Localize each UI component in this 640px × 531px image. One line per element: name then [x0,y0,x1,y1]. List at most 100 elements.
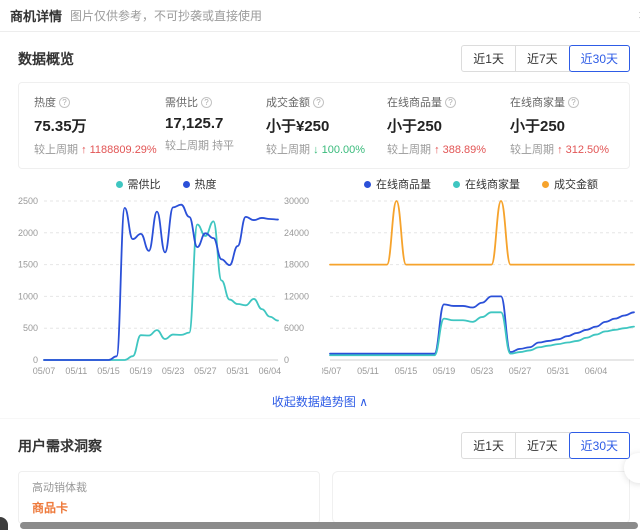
overview-range-tabs: 近1天 近7天 近30天 [461,45,630,72]
legend-dot-icon [115,180,123,188]
tab-last-1-day[interactable]: 近1天 [461,45,516,72]
compare-prefix: 较上周期 [266,144,310,156]
svg-text:18000: 18000 [284,260,309,270]
right-line-chart[interactable]: 05/07 05/11 05/15 05/19 05/23 05/27 05/31 06/04 [319,193,636,378]
stat-value: 小于250 [387,118,443,135]
stat-supply-demand-ratio: 需供比? 17,125.7 较上周期 持平 [165,94,266,157]
empty-card [332,471,630,524]
stat-heat: 热度? 75.35万 较上周期 ↑ 1188809.29% [34,94,165,157]
compare-prefix: 较上周期 [34,144,78,156]
svg-text:2500: 2500 [18,196,38,206]
info-icon[interactable]: ? [201,96,212,108]
trend-charts-row: 需供比 热度 0 0 500 6000 1000 12000 1500 18000 2000 24… [10,175,640,383]
stat-online-merchants: 在线商家量? 小于250 较上周期 ↑ 312.50% [510,94,629,157]
svg-text:05/23: 05/23 [471,366,494,376]
header-bar: 商机详情 图片仅供参考，不可抄袭或直接使用 × [0,0,640,32]
svg-text:6000: 6000 [284,323,304,333]
info-icon[interactable]: ? [59,96,70,108]
chevron-up-icon: ∧ [359,395,369,409]
svg-text:05/23: 05/23 [162,366,185,376]
insight-title: 用户需求洞察 [18,437,102,454]
insight-range-tabs: 近1天 近7天 近30天 [461,432,630,459]
stat-value: 小于250 [510,118,566,135]
change-down: ↓ 100.00% [313,144,366,156]
stat-label: 需供比 [165,97,198,109]
stat-transaction-amount: 成交金额? 小于¥250 较上周期 ↓ 100.00% [266,94,387,157]
supply-demand-heat-chart: 需供比 热度 0 0 500 6000 1000 12000 1500 18000 2000 24… [10,175,322,383]
change-flat: 持平 [212,140,235,152]
change-up: ↑ 1188809.29% [81,144,157,156]
svg-text:06/04: 06/04 [259,366,282,376]
info-icon[interactable]: ? [313,96,324,108]
svg-text:500: 500 [23,323,38,333]
svg-text:0: 0 [33,355,38,365]
genre-card-label: 高动销体裁 [32,482,87,494]
svg-text:05/07: 05/07 [322,366,341,376]
svg-text:05/15: 05/15 [97,366,120,376]
compare-prefix: 较上周期 [510,144,554,156]
svg-text:05/11: 05/11 [357,366,379,376]
legend-item[interactable]: 在线商家量 [453,176,520,192]
stat-online-products: 在线商品量? 小于250 较上周期 ↑ 388.89% [387,94,510,157]
svg-text:24000: 24000 [284,228,309,238]
svg-text:05/31: 05/31 [547,366,570,376]
left-chart-legend: 需供比 热度 [10,175,322,193]
overview-section-header: 数据概览 近1天 近7天 近30天 [18,45,630,72]
change-up: ↑ 312.50% [557,144,610,156]
products-merchants-gmv-chart: 在线商品量 在线商家量 成交金额 05/0705/1105/1505/1905/… [319,175,640,383]
left-line-chart[interactable]: 0 0 500 6000 1000 12000 1500 18000 2000 24000 2500… [10,193,322,378]
info-icon[interactable]: ? [568,96,579,108]
stat-value: 17,125.7 [165,115,224,132]
compare-prefix: 较上周期 [387,144,431,156]
compare-prefix: 较上周期 [165,140,209,152]
svg-text:0: 0 [284,355,289,365]
disclaimer-note: 图片仅供参考，不可抄袭或直接使用 [70,9,263,23]
insight-section: 用户需求洞察 近1天 近7天 近30天 高动销体裁 商品卡 价格分布价格带占比指… [0,418,640,531]
svg-text:30000: 30000 [284,196,309,206]
stat-value: 75.35万 [34,118,87,135]
stat-label: 热度 [34,97,56,109]
svg-text:05/15: 05/15 [395,366,418,376]
legend-item[interactable]: 热度 [182,176,217,192]
svg-text:1000: 1000 [18,291,38,301]
genre-cards-row: 高动销体裁 商品卡 [18,471,630,524]
legend-item[interactable]: 需供比 [115,176,161,192]
svg-text:1500: 1500 [18,260,38,270]
legend-dot-icon [364,180,371,188]
page-title: 商机详情 [10,9,63,24]
svg-text:05/27: 05/27 [194,366,217,376]
genre-card-value[interactable]: 商品卡 [32,499,306,516]
overview-title: 数据概览 [18,50,74,67]
svg-text:06/04: 06/04 [585,366,608,376]
legend-item[interactable]: 成交金额 [542,176,598,192]
svg-text:05/07: 05/07 [33,366,56,376]
legend-dot-icon [453,180,460,188]
collapse-trend-link[interactable]: 收起数据趋势图 ∧ [0,393,640,410]
svg-text:2000: 2000 [18,228,38,238]
svg-text:05/11: 05/11 [65,366,87,376]
tab-last-7-days[interactable]: 近7天 [514,45,570,72]
tab-last-7-days[interactable]: 近7天 [514,432,570,459]
svg-text:12000: 12000 [284,291,309,301]
right-chart-legend: 在线商品量 在线商家量 成交金额 [322,175,640,193]
high-sales-genre-card: 高动销体裁 商品卡 [18,471,320,524]
svg-text:05/31: 05/31 [226,366,249,376]
tab-last-1-day[interactable]: 近1天 [461,432,516,459]
svg-text:05/19: 05/19 [433,366,456,376]
stat-value: 小于¥250 [266,118,330,135]
legend-dot-icon [182,180,190,188]
tab-last-30-days[interactable]: 近30天 [568,45,630,72]
svg-text:05/19: 05/19 [130,366,153,376]
tab-last-30-days[interactable]: 近30天 [568,432,630,459]
stat-label: 在线商家量 [510,97,565,109]
horizontal-scrollbar[interactable] [20,522,638,529]
change-up: ↑ 388.89% [434,144,487,156]
stat-label: 在线商品量 [387,97,442,109]
info-icon[interactable]: ? [445,96,456,108]
legend-item[interactable]: 在线商品量 [364,176,431,192]
legend-dot-icon [542,180,549,188]
stats-card: 热度? 75.35万 较上周期 ↑ 1188809.29% 需供比? 17,12… [18,82,630,169]
svg-text:05/27: 05/27 [509,366,532,376]
stat-label: 成交金额 [266,97,310,109]
insight-section-header: 用户需求洞察 近1天 近7天 近30天 [18,432,630,459]
